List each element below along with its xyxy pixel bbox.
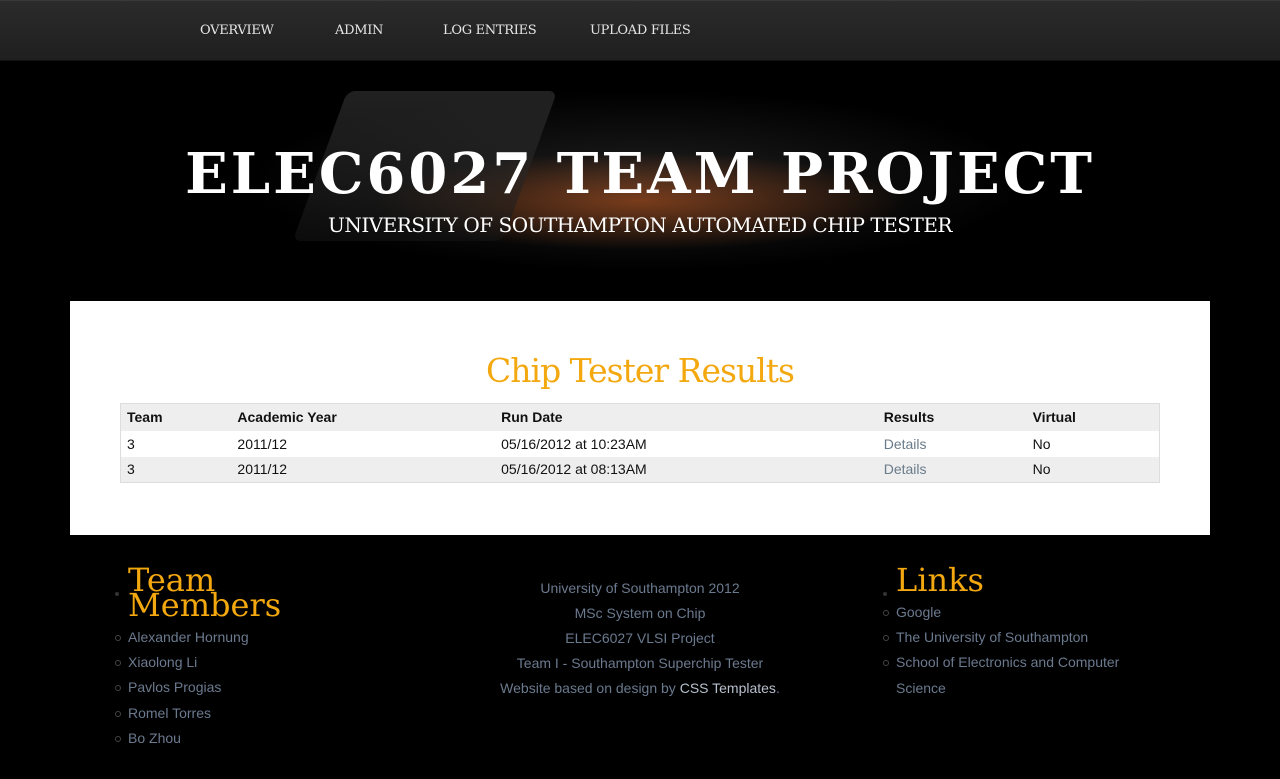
links-list: Google The University of Southampton Sch…	[883, 600, 1156, 701]
design-credit-suffix: .	[775, 680, 780, 696]
team-members-list: Alexander Hornung Xiaolong Li Pavlos Pro…	[115, 625, 348, 751]
results-table: Team Academic Year Run Date Results Virt…	[120, 403, 1160, 483]
cell-academic-year: 2011/12	[231, 456, 496, 483]
site-subtitle: UNIVERSITY OF SOUTHAMPTON AUTOMATED CHIP…	[328, 213, 953, 237]
credit-line: Team I - Southampton Superchip Tester	[516, 655, 764, 671]
link-google[interactable]: Google	[883, 600, 1156, 625]
top-nav: OVERVIEW ADMIN LOG ENTRIES UPLOAD FILES	[0, 0, 1280, 61]
links-section: Links Google The University of Southampt…	[883, 564, 1156, 701]
column-header-run-date: Run Date	[495, 403, 878, 431]
design-credit-text: Website based on design by	[500, 680, 680, 696]
cell-team: 3	[127, 435, 135, 452]
team-members-heading: Team Members	[115, 564, 348, 621]
table-row: 3 2011/12 05/16/2012 at 08:13AM Details …	[120, 456, 1160, 483]
credit-line: University of Southampton 2012	[540, 580, 740, 596]
css-templates-link[interactable]: CSS Templates	[680, 680, 776, 696]
team-member: Romel Torres	[115, 701, 348, 726]
nav-overview[interactable]: OVERVIEW	[200, 23, 274, 38]
site-header: ELEC6027 TEAM PROJECT UNIVERSITY OF SOUT…	[0, 61, 1280, 301]
table-row: 3 2011/12 05/16/2012 at 10:23AM Details …	[121, 431, 1160, 457]
cell-run-date: 05/16/2012 at 08:13AM	[495, 456, 878, 483]
column-header-team: Team	[120, 403, 232, 431]
link-university-of-southampton[interactable]: The University of Southampton	[883, 625, 1156, 650]
cell-virtual: No	[1032, 435, 1051, 452]
cell-virtual: No	[1026, 456, 1160, 483]
nav-upload-files[interactable]: UPLOAD FILES	[590, 23, 691, 38]
column-header-academic-year: Academic Year	[231, 403, 496, 431]
site-title: ELEC6027 TEAM PROJECT	[185, 141, 1095, 207]
team-member: Alexander Hornung	[115, 625, 348, 650]
team-member: Xiaolong Li	[115, 650, 348, 675]
team-members-section: Team Members Alexander Hornung Xiaolong …	[115, 564, 348, 751]
cell-team: 3	[120, 456, 232, 483]
team-member: Bo Zhou	[115, 726, 348, 751]
credit-line: ELEC6027 VLSI Project	[565, 630, 715, 646]
nav-admin[interactable]: ADMIN	[335, 23, 383, 38]
cell-academic-year: 2011/12	[237, 435, 287, 452]
cell-results: Details	[878, 431, 1027, 457]
footer-credits: University of Southampton 2012 MSc Syste…	[440, 576, 840, 701]
team-member: Pavlos Progias	[115, 675, 348, 700]
details-link[interactable]: Details	[884, 461, 927, 477]
link-ecs[interactable]: School of Electronics and Computer Scien…	[883, 650, 1156, 700]
credit-line: MSc System on Chip	[574, 605, 706, 621]
column-header-virtual: Virtual	[1026, 403, 1160, 431]
page-heading: Chip Tester Results	[486, 351, 795, 390]
cell-run-date: 05/16/2012 at 10:23AM	[501, 435, 647, 452]
cell-results: Details	[877, 456, 1027, 483]
nav-log-entries[interactable]: LOG ENTRIES	[443, 23, 537, 38]
design-credit-line: Website based on design by CSS Templates…	[440, 676, 840, 701]
table-header-row: Team Academic Year Run Date Results Virt…	[120, 403, 1160, 431]
details-link[interactable]: Details	[884, 436, 927, 452]
main-content: Chip Tester Results Team Academic Year R…	[70, 301, 1210, 535]
links-heading: Links	[883, 564, 1156, 596]
column-header-results: Results	[877, 403, 1027, 431]
